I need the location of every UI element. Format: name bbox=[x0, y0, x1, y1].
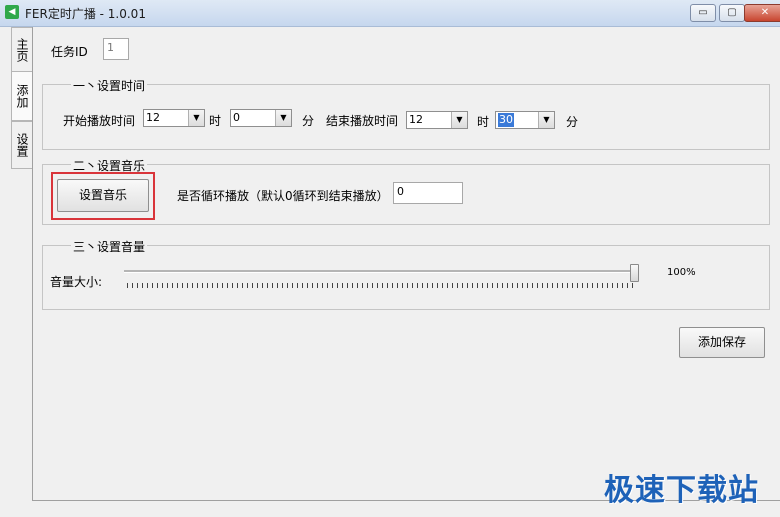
add-save-button[interactable]: 添加保存 bbox=[679, 327, 765, 358]
volume-slider-track[interactable] bbox=[124, 270, 639, 273]
chevron-down-icon: ▼ bbox=[275, 110, 291, 126]
end-minute-unit: 分 bbox=[566, 115, 579, 129]
end-hour-unit: 时 bbox=[477, 115, 490, 129]
start-minute-select[interactable]: 0 ▼ bbox=[230, 109, 292, 127]
tab-add[interactable]: 添加 bbox=[11, 71, 33, 121]
start-hour-select[interactable]: 12 ▼ bbox=[143, 109, 205, 127]
tab-settings[interactable]: 设置 bbox=[11, 121, 33, 169]
chevron-down-icon: ▼ bbox=[451, 112, 467, 128]
start-minute-value: 0 bbox=[233, 111, 240, 124]
window-title: FER定时广播 - 1.0.01 bbox=[25, 7, 146, 21]
volume-slider-thumb[interactable] bbox=[630, 264, 639, 282]
minimize-button[interactable]: ▭ bbox=[690, 4, 716, 22]
tab-home-label: 主页 bbox=[15, 38, 29, 62]
volume-group-title: 三丶设置音量 bbox=[71, 238, 148, 255]
start-hour-unit: 时 bbox=[209, 114, 222, 128]
title-bar: ◀ FER定时广播 - 1.0.01 ▭ ▢ ✕ bbox=[0, 0, 780, 27]
task-id-label: 任务ID bbox=[51, 45, 88, 59]
start-hour-value: 12 bbox=[146, 111, 160, 124]
volume-value: 100% bbox=[667, 267, 696, 278]
end-time-label: 结束播放时间 bbox=[326, 114, 399, 128]
tab-home[interactable]: 主页 bbox=[11, 27, 33, 73]
start-minute-unit: 分 bbox=[302, 114, 315, 128]
chevron-down-icon: ▼ bbox=[188, 110, 204, 126]
volume-label: 音量大小: bbox=[50, 275, 103, 289]
speaker-icon: ◀ bbox=[5, 5, 19, 19]
end-hour-value: 12 bbox=[409, 113, 423, 126]
close-button[interactable]: ✕ bbox=[744, 4, 780, 22]
content-border bbox=[32, 27, 33, 501]
time-group-title: 一丶设置时间 bbox=[71, 77, 148, 94]
maximize-button[interactable]: ▢ bbox=[719, 4, 745, 22]
end-minute-value: 30 bbox=[498, 113, 514, 127]
volume-group: 三丶设置音量 bbox=[42, 238, 770, 310]
end-hour-select[interactable]: 12 ▼ bbox=[406, 111, 468, 129]
end-minute-select[interactable]: 30 ▼ bbox=[495, 111, 555, 129]
set-music-button[interactable]: 设置音乐 bbox=[57, 179, 149, 212]
watermark-text: 极速下载站 bbox=[604, 473, 759, 508]
tab-settings-label: 设置 bbox=[15, 133, 29, 157]
tab-add-label: 添加 bbox=[15, 84, 29, 108]
loop-label: 是否循环播放（默认0循环到结束播放） bbox=[177, 189, 389, 203]
volume-slider-ticks bbox=[127, 283, 637, 288]
task-id-field[interactable]: 1 bbox=[103, 38, 129, 60]
loop-field[interactable]: 0 bbox=[393, 182, 463, 204]
chevron-down-icon: ▼ bbox=[538, 112, 554, 128]
start-time-label: 开始播放时间 bbox=[63, 114, 136, 128]
